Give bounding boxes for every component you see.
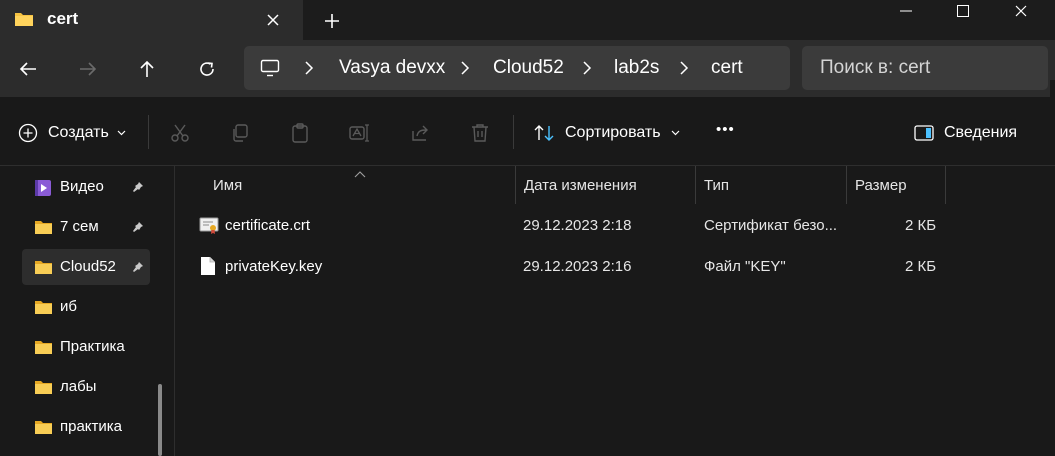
column-headers: Имя Дата изменения Тип Размер [175, 166, 1055, 204]
command-bar: Создать Сортировать ••• Сведения [0, 97, 1055, 166]
create-button[interactable]: Создать [18, 123, 126, 143]
address-bar[interactable]: Vasya devxx Cloud52 lab2s cert [244, 46, 790, 90]
copy-icon[interactable] [228, 121, 252, 145]
refresh-button[interactable] [193, 56, 221, 82]
breadcrumb-cloud52[interactable]: Cloud52 [493, 57, 564, 79]
column-header-label: Имя [213, 177, 243, 194]
sidebar-item-praktika[interactable]: Практика [20, 329, 150, 365]
file-size: 2 КБ [905, 258, 937, 275]
close-window-button[interactable] [995, 0, 1047, 22]
breadcrumb-lab2s[interactable]: lab2s [614, 57, 659, 79]
chevron-right-icon[interactable] [582, 61, 592, 80]
back-button[interactable] [14, 56, 42, 82]
file-name: privateKey.key [225, 258, 323, 275]
sidebar-item-label: Видео [60, 178, 104, 195]
sidebar-item-label: практика [60, 418, 123, 435]
breadcrumb-cert[interactable]: cert [711, 57, 743, 79]
folder-icon [14, 10, 34, 33]
plus-circle-icon [18, 123, 38, 143]
sidebar-item-7-sem[interactable]: 7 сем [20, 209, 150, 245]
sidebar-item-label: лабы [60, 378, 97, 395]
cut-icon[interactable] [168, 121, 192, 145]
column-header-label: Размер [855, 177, 907, 194]
folder-icon [34, 219, 53, 240]
delete-icon[interactable] [468, 121, 492, 145]
maximize-button[interactable] [937, 0, 989, 22]
search-placeholder: Поиск в: cert [820, 57, 931, 78]
chevron-down-icon [117, 130, 126, 136]
sidebar-item-label: Cloud52 [60, 258, 116, 275]
pin-icon [132, 260, 144, 278]
tab-title: cert [47, 9, 79, 28]
this-pc-icon[interactable] [260, 58, 280, 83]
share-icon[interactable] [408, 121, 432, 145]
file-date: 29.12.2023 2:16 [523, 258, 632, 275]
chevron-right-icon[interactable] [460, 61, 470, 80]
certificate-icon [199, 215, 219, 240]
sort-label: Сортировать [565, 124, 661, 141]
details-button[interactable]: Сведения [914, 124, 1017, 142]
sidebar-item-label: иб [60, 298, 77, 315]
folder-icon [34, 379, 53, 400]
column-header-size[interactable]: Размер [847, 166, 946, 204]
breadcrumb-vasya-devxx[interactable]: Vasya devxx [339, 57, 445, 79]
up-button[interactable] [133, 56, 161, 82]
file-type: Сертификат безо... [704, 217, 838, 234]
sidebar-item-label: Практика [60, 338, 125, 355]
column-header-label: Тип [704, 177, 730, 194]
details-label: Сведения [944, 124, 1018, 141]
close-tab-icon[interactable] [262, 9, 284, 31]
column-header-type[interactable]: Тип [696, 166, 847, 204]
file-row[interactable]: privateKey.key 29.12.2023 2:16 Файл "KEY… [175, 248, 1045, 286]
sidebar-item-label: 7 сем [60, 218, 99, 235]
more-options-label: ••• [716, 121, 735, 138]
file-date: 29.12.2023 2:18 [523, 217, 632, 234]
sidebar-item-praktika-lower[interactable]: практика [20, 409, 150, 445]
file-row[interactable]: certificate.crt 29.12.2023 2:18 Сертифик… [175, 207, 1045, 245]
chevron-right-icon[interactable] [679, 61, 689, 80]
chevron-right-icon[interactable] [304, 61, 314, 80]
file-icon [199, 256, 217, 281]
pin-icon [132, 180, 144, 198]
sidebar-item-laby[interactable]: лабы [20, 369, 150, 405]
column-header-date[interactable]: Дата изменения [516, 166, 696, 204]
pin-icon [132, 220, 144, 238]
column-header-name[interactable]: Имя [205, 166, 516, 204]
sort-icon [533, 124, 555, 142]
tab-cert[interactable]: cert [0, 0, 303, 40]
rename-icon[interactable] [348, 121, 372, 145]
search-input[interactable]: Поиск в: cert [802, 46, 1048, 90]
folder-icon [34, 299, 53, 320]
new-tab-button[interactable] [320, 9, 344, 33]
divider [148, 115, 149, 149]
video-folder-icon [34, 179, 52, 202]
folder-icon [34, 339, 53, 360]
create-label: Создать [48, 124, 109, 141]
sidebar-item-cloud52[interactable]: Cloud52 [22, 249, 150, 285]
sidebar-item-ib[interactable]: иб [20, 289, 150, 325]
more-options-button[interactable]: ••• [716, 121, 735, 138]
navigation-bar: Vasya devxx Cloud52 lab2s cert Поиск в: … [0, 40, 1055, 137]
divider [513, 115, 514, 149]
sidebar-item-video[interactable]: Видео [20, 169, 150, 205]
folder-icon [34, 419, 53, 440]
file-type: Файл "KEY" [704, 258, 786, 275]
column-header-label: Дата изменения [524, 177, 637, 194]
file-size: 2 КБ [905, 217, 937, 234]
sort-button[interactable]: Сортировать [533, 124, 680, 142]
details-pane-icon [914, 125, 934, 141]
forward-button[interactable] [74, 56, 102, 82]
file-name: certificate.crt [225, 217, 311, 234]
navigation-pane: Видео 7 сем Cloud52 иб Практика лабы пра… [0, 166, 174, 456]
paste-icon[interactable] [288, 121, 312, 145]
folder-icon [34, 259, 53, 280]
sidebar-scrollbar[interactable] [158, 384, 162, 456]
minimize-button[interactable] [880, 0, 932, 22]
title-bar: cert [0, 0, 1055, 40]
chevron-down-icon [671, 130, 680, 136]
